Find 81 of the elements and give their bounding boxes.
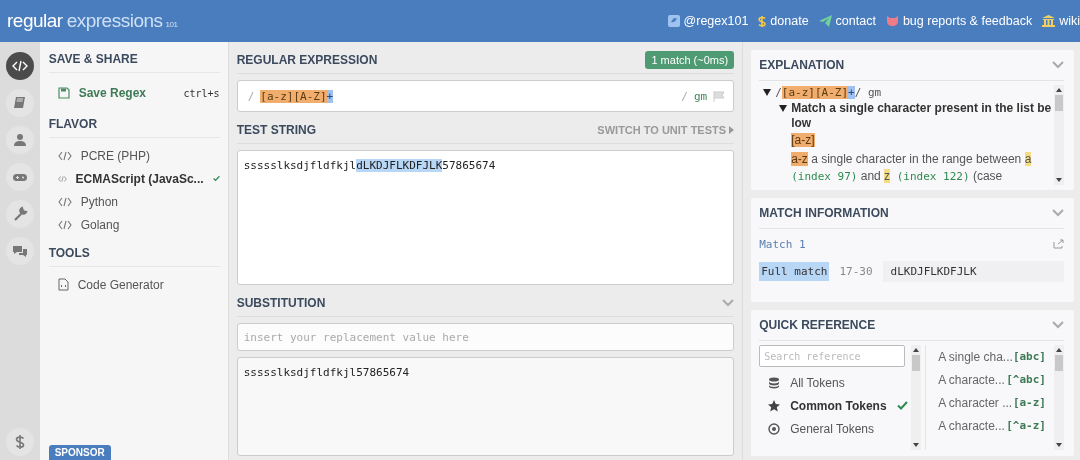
test-text: ssssslksdjfldfkjl xyxy=(243,159,357,172)
code-icon xyxy=(57,150,72,161)
section-title: MATCH INFORMATION xyxy=(759,206,889,220)
chevron-down-icon[interactable] xyxy=(1052,61,1064,69)
code-icon xyxy=(57,196,72,207)
scrollbar[interactable] xyxy=(1054,345,1064,450)
code-icon xyxy=(57,219,72,230)
test-string-field[interactable]: ssssslksdjfldfkjldLKDJFLKDFJLK57865674 xyxy=(236,150,735,285)
scroll-up-icon[interactable] xyxy=(1056,88,1062,92)
flags-button[interactable]: gm xyxy=(693,89,708,103)
match-badge: 1 match (~0ms) xyxy=(645,50,735,69)
category-item[interactable]: All Tokens xyxy=(759,371,912,394)
reference-item[interactable]: A character ...[a-z] xyxy=(934,391,1054,414)
book-icon xyxy=(11,95,28,111)
header-link[interactable]: donate xyxy=(758,14,809,28)
replacement-field[interactable]: insert your replacement value here xyxy=(236,323,735,351)
check-icon xyxy=(896,401,908,410)
section-title: FLAVOR xyxy=(48,117,220,138)
check-icon xyxy=(212,174,220,183)
scrollbar[interactable] xyxy=(1054,85,1064,185)
reference-item[interactable]: A characte...[^a-z] xyxy=(934,414,1054,437)
section-title: TEST STRING xyxy=(236,122,316,137)
bank-icon xyxy=(1042,15,1056,27)
section-title: QUICK REFERENCE xyxy=(759,318,876,332)
scroll-down-icon[interactable] xyxy=(1056,443,1062,447)
sponsor-badge[interactable]: SPONSOR xyxy=(48,445,111,460)
dollar-icon xyxy=(758,14,767,28)
bird-square-icon xyxy=(667,15,680,27)
match-highlight: dLKDJFLKDFJLK xyxy=(356,159,443,172)
search-field[interactable]: Search reference xyxy=(759,345,906,367)
reference-item[interactable]: A single cha...[abc] xyxy=(934,345,1054,368)
section-title: TOOLS xyxy=(48,246,220,267)
category-item[interactable]: General Tokens xyxy=(759,417,912,440)
explanation-heading: Match a single character present in the list below xyxy=(791,101,1053,131)
header-link[interactable]: wiki xyxy=(1042,14,1080,28)
section-title: REGULAR EXPRESSION xyxy=(236,52,378,67)
group-label: Full match xyxy=(759,262,830,281)
caret-right-icon xyxy=(729,125,735,134)
scroll-up-icon[interactable] xyxy=(913,348,920,352)
section-title: SAVE & SHARE xyxy=(48,52,220,73)
shortcut: ctrl+s xyxy=(183,87,220,99)
flavor-item[interactable]: ECMAScript (JavaSc... xyxy=(48,167,220,190)
save-regex-item[interactable]: Save Regex ctrl+s xyxy=(48,79,220,107)
share-icon[interactable] xyxy=(1053,239,1064,249)
match-title: Match 1 xyxy=(759,237,806,251)
target-icon xyxy=(768,422,781,435)
cat-icon xyxy=(885,15,899,27)
chevron-down-icon[interactable] xyxy=(1052,209,1064,217)
section-title: SUBSTITUTION xyxy=(236,295,326,310)
reference-item[interactable]: A characte...[^abc] xyxy=(934,368,1054,391)
match-range: 17-30 xyxy=(839,265,873,278)
chat-icon xyxy=(11,243,28,259)
paper-plane-icon xyxy=(818,15,832,27)
flavor-item[interactable]: Python xyxy=(48,190,220,213)
header-link[interactable]: bug reports & feedback xyxy=(885,14,1033,28)
code-icon xyxy=(57,173,67,184)
substitution-result: ssssslksdjfldfkjl57865674 xyxy=(236,357,735,456)
regex-field[interactable]: / [a-z][A-Z]+ / gm xyxy=(236,80,735,112)
scroll-down-icon[interactable] xyxy=(913,443,920,447)
rail-button[interactable] xyxy=(5,52,34,80)
chevron-down-icon[interactable] xyxy=(722,298,735,307)
flavor-item[interactable]: Golang xyxy=(48,213,220,236)
category-item[interactable]: Common Tokens xyxy=(759,394,912,417)
flavor-item[interactable]: PCRE (PHP) xyxy=(48,144,220,167)
database-icon xyxy=(768,376,781,389)
section-title: EXPLANATION xyxy=(759,58,845,72)
scrollbar[interactable] xyxy=(911,345,922,450)
chevron-down-icon[interactable] xyxy=(1052,321,1064,329)
explanation-text: [a-z] xyxy=(791,132,816,148)
code-icon xyxy=(11,58,28,74)
star-icon xyxy=(768,399,781,412)
scroll-up-icon[interactable] xyxy=(1056,348,1062,352)
header-link[interactable]: contact xyxy=(818,14,876,28)
scroll-down-icon[interactable] xyxy=(1056,178,1062,182)
match-value: dLKDJFLKDFJLK xyxy=(882,261,1064,282)
site-logo[interactable]: regular expressions 101 xyxy=(7,10,178,32)
test-text: 57865674 xyxy=(442,159,496,172)
tool-item[interactable]: Code Generator xyxy=(48,273,220,296)
header-link[interactable]: @regex101 xyxy=(667,14,749,28)
file-code-icon xyxy=(57,278,69,291)
user-icon xyxy=(11,132,28,148)
